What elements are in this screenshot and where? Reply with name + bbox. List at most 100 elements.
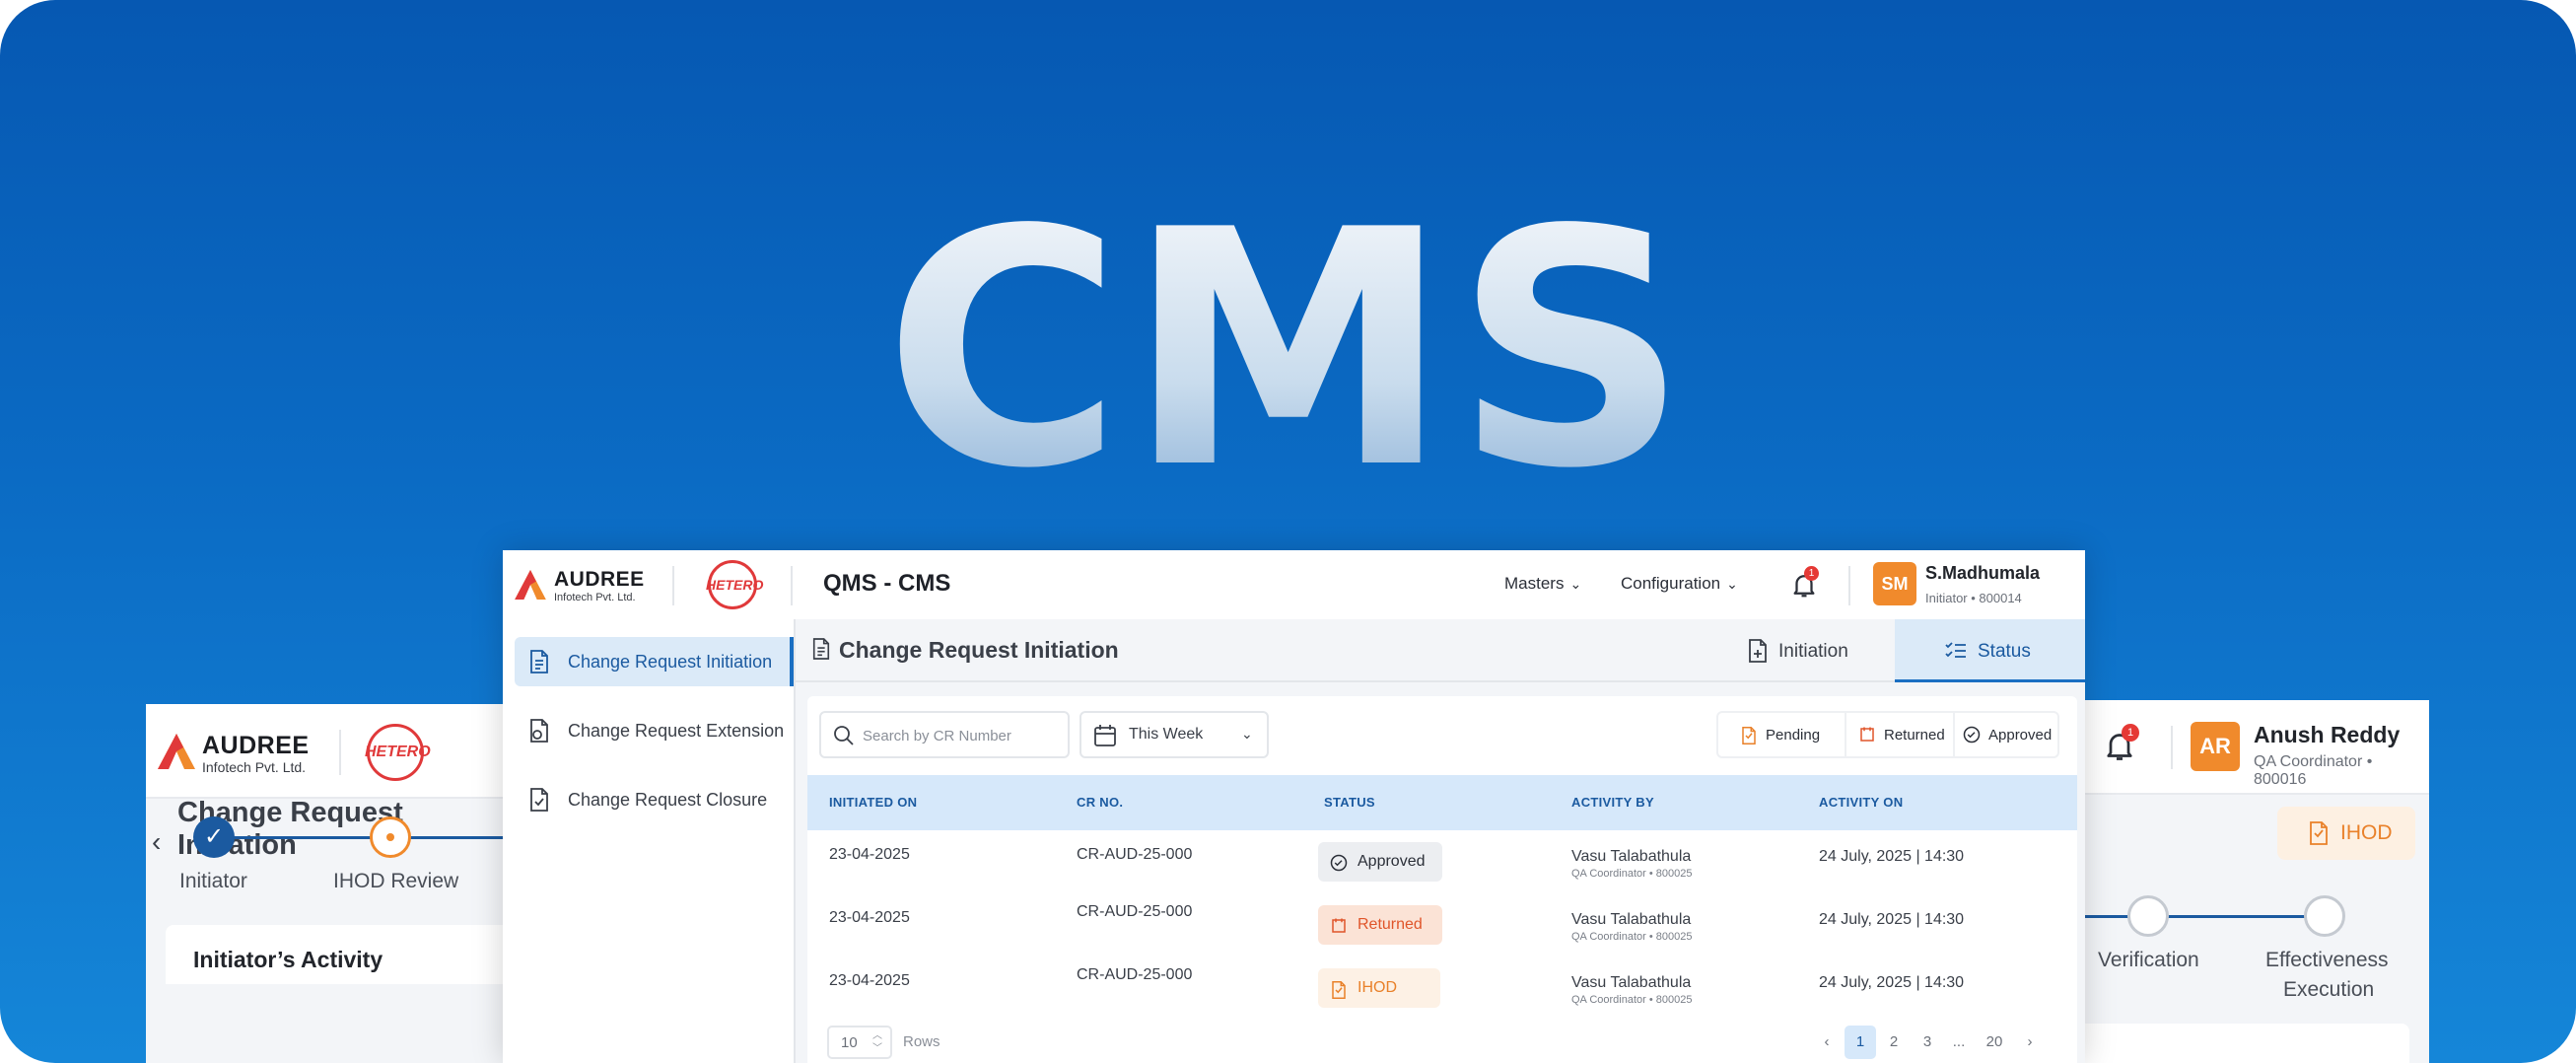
status-label: Returned	[1358, 916, 1423, 933]
header-divider	[2171, 726, 2173, 769]
page-title: Change Request Initiation	[839, 637, 1119, 663]
user-role: QA Coordinator • 800016	[2254, 753, 2373, 788]
main-window: AUDREE Infotech Pvt. Ltd. HETERO QMS - C…	[503, 550, 2085, 1063]
header-divider	[339, 730, 341, 775]
header-divider	[791, 566, 793, 605]
company-subtitle: Infotech Pvt. Ltd.	[202, 759, 307, 775]
top-bar: AUDREE Infotech Pvt. Ltd. HETERO QMS - C…	[503, 550, 2085, 619]
page-button-2[interactable]: 2	[1878, 1026, 1910, 1059]
avatar[interactable]: AR	[2191, 722, 2240, 771]
audree-logo-icon	[158, 734, 195, 769]
partner-name: HETERO	[365, 744, 431, 760]
chevron-down-icon: ⌄	[1241, 726, 1253, 742]
nav-masters[interactable]: Masters ⌄	[1504, 574, 1581, 594]
closure-icon	[530, 788, 548, 812]
sidebar-item-change-request-extension[interactable]: Change Request Extension	[515, 706, 794, 755]
sidebar-item-label: Change Request Initiation	[568, 652, 773, 672]
right-window: 1 AR Anush Reddy QA Coordinator • 800016…	[2080, 700, 2429, 1063]
cell-activity-by: Vasu Talabathula	[1571, 848, 1692, 865]
nav-configuration[interactable]: Configuration ⌄	[1621, 574, 1738, 594]
notification-badge: 1	[2122, 724, 2139, 742]
stepper-arrows-icon[interactable]: ︿ ﹀	[872, 1029, 882, 1055]
back-chevron-icon[interactable]: ‹	[152, 826, 161, 858]
step-effectiveness-icon	[2304, 895, 2345, 937]
ihod-label: IHOD	[2340, 821, 2393, 844]
sidebar-item-label: Change Request Extension	[568, 721, 785, 741]
main-content: Change Request Initiation Initiation Sta…	[794, 619, 2085, 1063]
user-name: Anush Reddy	[2254, 722, 2401, 747]
legend-label: Pending	[1766, 727, 1821, 744]
partner-name: HETERO	[706, 577, 764, 593]
page-button-20[interactable]: 20	[1979, 1026, 2010, 1059]
cell-initiated-on: 23-04-2025	[829, 972, 910, 989]
rows-per-page-value: 10	[841, 1034, 858, 1051]
sidebar-item-label: Change Request Closure	[568, 790, 768, 810]
nav-configuration-label: Configuration	[1621, 574, 1721, 593]
status-badge-ihod: IHOD	[1318, 968, 1440, 1008]
extension-icon	[530, 719, 548, 743]
sidebar-item-change-request-initiation[interactable]: Change Request Initiation	[515, 637, 794, 686]
column-header[interactable]: STATUS	[1324, 795, 1375, 810]
approved-icon	[1330, 854, 1348, 872]
header-divider	[1848, 566, 1850, 605]
cell-cr-no[interactable]: CR-AUD-25-000	[1077, 846, 1192, 864]
cell-cr-no[interactable]: CR-AUD-25-000	[1077, 966, 1192, 984]
legend-pending[interactable]: Pending	[1718, 713, 1845, 756]
avatar[interactable]: SM	[1873, 562, 1916, 605]
legend-returned[interactable]: Returned	[1846, 713, 1953, 756]
status-legend: Pending Returned Approved	[1716, 711, 2059, 758]
legend-label: Returned	[1884, 727, 1945, 744]
banner-background: CMS AUDREE Infotech Pvt. Ltd. HETERO ‹ C…	[0, 0, 2576, 1063]
cell-activity-on: 24 July, 2025 | 14:30	[1819, 911, 1965, 928]
legend-label: Approved	[1988, 727, 2053, 744]
page-button-1[interactable]: 1	[1845, 1026, 1876, 1059]
step-label-ihod-review: IHOD Review	[333, 870, 459, 892]
period-select[interactable]: This Week ⌄	[1079, 711, 1269, 758]
cell-initiated-on: 23-04-2025	[829, 909, 910, 926]
card-title: Initiator’s Activity	[193, 947, 383, 972]
nav-masters-label: Masters	[1504, 574, 1565, 593]
column-header[interactable]: ACTIVITY ON	[1819, 795, 1903, 810]
checklist-icon	[1945, 642, 1966, 658]
page-ellipsis: ...	[1952, 1033, 1966, 1050]
column-header[interactable]: CR NO.	[1077, 795, 1123, 810]
user-role: Initiator • 800014	[1925, 591, 2022, 605]
status-table: INITIATED ON CR NO. STATUS ACTIVITY BY A…	[807, 775, 2077, 1063]
chevron-right-icon[interactable]: ›	[2014, 1026, 2046, 1059]
table-row[interactable]: 23-04-2025 CR-AUD-25-000 IHOD Vasu Talab…	[807, 957, 2077, 1020]
cell-initiated-on: 23-04-2025	[829, 846, 910, 863]
table-row[interactable]: 23-04-2025 CR-AUD-25-000 Returned Vasu T…	[807, 893, 2077, 957]
chevron-left-icon[interactable]: ‹	[1811, 1026, 1843, 1059]
cell-activity-role: QA Coordinator • 800025	[1571, 931, 1693, 943]
tab-status[interactable]: Status	[1895, 619, 2085, 682]
page-button-3[interactable]: 3	[1912, 1026, 1943, 1059]
column-header[interactable]: INITIATED ON	[829, 795, 917, 810]
sidebar-item-change-request-closure[interactable]: Change Request Closure	[515, 775, 794, 824]
step-label-initiator: Initiator	[179, 870, 247, 892]
ihod-status-button[interactable]: IHOD	[2277, 807, 2415, 860]
step-label-verification: Verification	[2098, 949, 2199, 971]
cell-activity-by: Vasu Talabathula	[1571, 911, 1692, 928]
tab-initiation[interactable]: Initiation	[1717, 619, 1895, 682]
step-label-effectiveness: Effectiveness	[2265, 949, 2389, 971]
returned-icon	[1332, 918, 1346, 933]
audree-logo-icon	[515, 570, 546, 600]
search-box[interactable]	[819, 711, 1070, 758]
notification-badge: 1	[1804, 566, 1819, 581]
filter-bar: This Week ⌄ Pending Re	[807, 696, 2077, 775]
cell-activity-on: 24 July, 2025 | 14:30	[1819, 974, 1965, 991]
step-initiator-done-icon: ✓	[193, 816, 235, 858]
company-name: AUDREE	[202, 732, 310, 759]
rows-label: Rows	[903, 1033, 940, 1050]
company-name: AUDREE	[554, 568, 645, 591]
approved-icon	[1963, 726, 1981, 744]
rows-per-page-stepper[interactable]: 10 ︿ ﹀	[827, 1026, 892, 1059]
cell-cr-no[interactable]: CR-AUD-25-000	[1077, 903, 1192, 921]
column-header[interactable]: ACTIVITY BY	[1571, 795, 1654, 810]
search-input[interactable]	[863, 723, 1060, 748]
cell-activity-by: Vasu Talabathula	[1571, 974, 1692, 991]
tab-label: Status	[1978, 641, 2031, 662]
table-row[interactable]: 23-04-2025 CR-AUD-25-000 Approved Vasu T…	[807, 830, 2077, 893]
legend-approved[interactable]: Approved	[1955, 713, 2059, 756]
left-window: AUDREE Infotech Pvt. Ltd. HETERO ‹ Chang…	[146, 704, 511, 1063]
